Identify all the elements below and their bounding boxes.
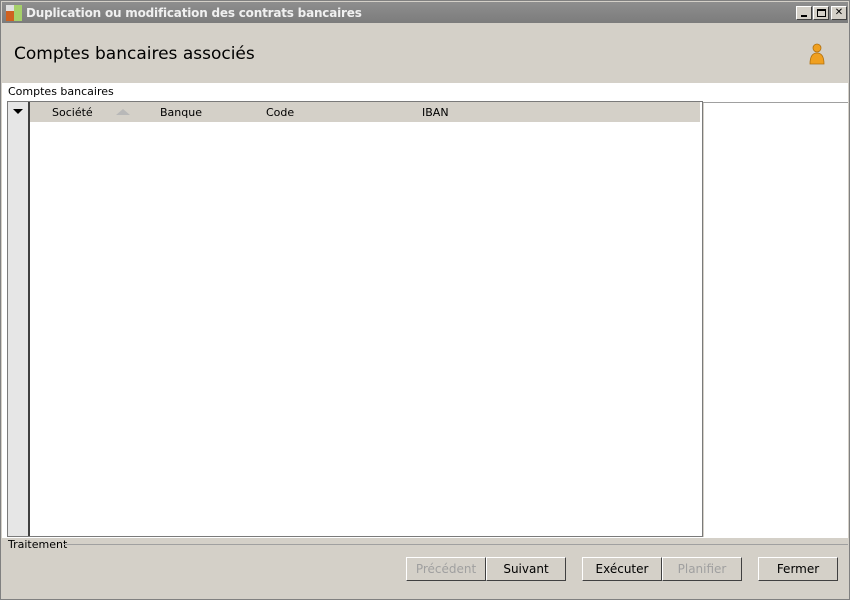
close-window-button[interactable]: ✕ xyxy=(831,6,847,20)
sort-ascending-icon xyxy=(116,109,130,115)
footer-divider xyxy=(64,544,848,545)
section-label: Comptes bancaires xyxy=(8,85,114,98)
column-header-iban[interactable]: IBAN xyxy=(422,106,449,119)
grid-column-header: Société Banque Code IBAN xyxy=(30,102,700,122)
next-button[interactable]: Suivant xyxy=(486,557,566,581)
column-header-societe[interactable]: Société xyxy=(52,106,93,119)
person-help-icon[interactable] xyxy=(808,43,826,65)
column-header-banque[interactable]: Banque xyxy=(160,106,202,119)
minimize-icon xyxy=(801,15,807,17)
footer-panel: Traitement Précédent Suivant Exécuter Pl… xyxy=(2,538,848,599)
title-bar[interactable]: Duplication ou modification des contrats… xyxy=(2,2,848,23)
app-icon xyxy=(6,5,22,21)
window-title: Duplication ou modification des contrats… xyxy=(26,6,362,20)
row-header-column xyxy=(8,102,30,536)
bank-accounts-grid[interactable]: Société Banque Code IBAN xyxy=(7,101,703,537)
close-icon: ✕ xyxy=(834,7,844,18)
maximize-button[interactable] xyxy=(813,6,829,20)
close-button[interactable]: Fermer xyxy=(758,557,838,581)
minimize-button[interactable] xyxy=(796,6,812,20)
page-header: Comptes bancaires associés xyxy=(2,23,848,83)
app-window: Duplication ou modification des contrats… xyxy=(0,0,850,600)
column-header-code[interactable]: Code xyxy=(266,106,294,119)
page-title: Comptes bancaires associés xyxy=(14,44,255,64)
footer-label: Traitement xyxy=(8,538,68,551)
chevron-down-icon[interactable] xyxy=(13,109,23,114)
maximize-icon xyxy=(817,9,826,17)
side-panel xyxy=(703,103,848,537)
previous-button[interactable]: Précédent xyxy=(406,557,486,581)
schedule-button[interactable]: Planifier xyxy=(662,557,742,581)
execute-button[interactable]: Exécuter xyxy=(582,557,662,581)
